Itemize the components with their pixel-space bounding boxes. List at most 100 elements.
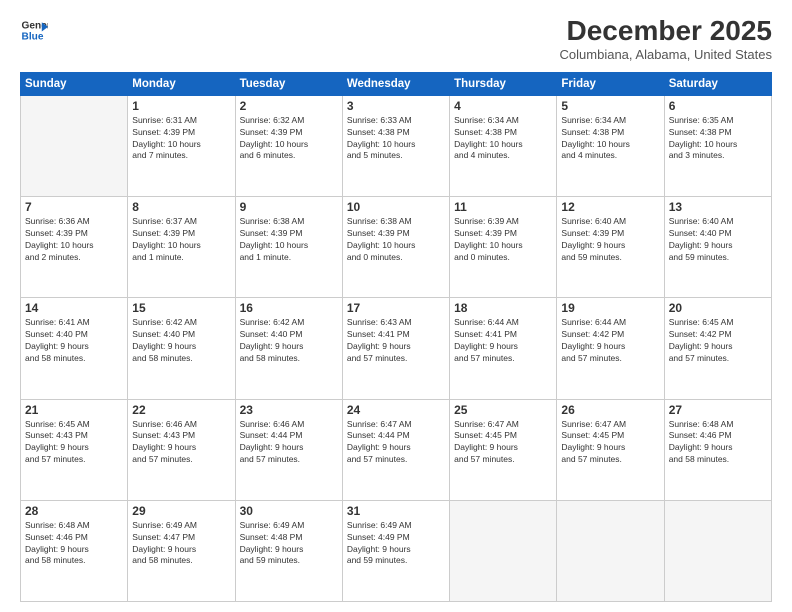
- day-number: 28: [25, 504, 123, 518]
- day-number: 29: [132, 504, 230, 518]
- logo-icon: General Blue: [20, 16, 48, 44]
- day-info: Sunrise: 6:37 AM Sunset: 4:39 PM Dayligh…: [132, 216, 230, 264]
- calendar-cell: 19 Sunrise: 6:44 AM Sunset: 4:42 PM Dayli…: [557, 298, 664, 399]
- day-number: 21: [25, 403, 123, 417]
- day-number: 16: [240, 301, 338, 315]
- day-number: 4: [454, 99, 552, 113]
- day-info: Sunrise: 6:43 AM Sunset: 4:41 PM Dayligh…: [347, 317, 445, 365]
- day-number: 10: [347, 200, 445, 214]
- calendar-cell: 7Sunrise: 6:36 AM Sunset: 4:39 PM Daylig…: [21, 197, 128, 298]
- calendar-cell: 21 Sunrise: 6:45 AM Sunset: 4:43 PM Dayli…: [21, 399, 128, 500]
- day-info: Sunrise: 6:49 AM Sunset: 4:49 PM Dayligh…: [347, 520, 445, 568]
- calendar-cell: 1 Sunrise: 6:31 AM Sunset: 4:39 PM Daylig…: [128, 95, 235, 196]
- day-number: 22: [132, 403, 230, 417]
- logo: General Blue: [20, 16, 48, 44]
- calendar-cell: 31Sunrise: 6:49 AM Sunset: 4:49 PM Dayli…: [342, 500, 449, 601]
- day-info: Sunrise: 6:40 AM Sunset: 4:40 PM Dayligh…: [669, 216, 767, 264]
- day-number: 25: [454, 403, 552, 417]
- calendar-cell: 4 Sunrise: 6:34 AM Sunset: 4:38 PM Daylig…: [450, 95, 557, 196]
- day-number: 26: [561, 403, 659, 417]
- calendar-cell: 13 Sunrise: 6:40 AM Sunset: 4:40 PM Dayli…: [664, 197, 771, 298]
- calendar-cell: 14Sunrise: 6:41 AM Sunset: 4:40 PM Dayli…: [21, 298, 128, 399]
- day-number: 19: [561, 301, 659, 315]
- day-info: Sunrise: 6:47 AM Sunset: 4:45 PM Dayligh…: [561, 419, 659, 467]
- header-wednesday: Wednesday: [342, 72, 449, 95]
- day-info: Sunrise: 6:46 AM Sunset: 4:43 PM Dayligh…: [132, 419, 230, 467]
- calendar-cell: 24 Sunrise: 6:47 AM Sunset: 4:44 PM Dayli…: [342, 399, 449, 500]
- calendar-cell: 29Sunrise: 6:49 AM Sunset: 4:47 PM Dayli…: [128, 500, 235, 601]
- day-info: Sunrise: 6:49 AM Sunset: 4:48 PM Dayligh…: [240, 520, 338, 568]
- calendar-cell: 11Sunrise: 6:39 AM Sunset: 4:39 PM Dayli…: [450, 197, 557, 298]
- day-info: Sunrise: 6:48 AM Sunset: 4:46 PM Dayligh…: [25, 520, 123, 568]
- day-number: 13: [669, 200, 767, 214]
- calendar-cell: 16 Sunrise: 6:42 AM Sunset: 4:40 PM Dayli…: [235, 298, 342, 399]
- calendar-cell: 18 Sunrise: 6:44 AM Sunset: 4:41 PM Dayli…: [450, 298, 557, 399]
- header-tuesday: Tuesday: [235, 72, 342, 95]
- calendar-cell: 23Sunrise: 6:46 AM Sunset: 4:44 PM Dayli…: [235, 399, 342, 500]
- day-info: Sunrise: 6:31 AM Sunset: 4:39 PM Dayligh…: [132, 115, 230, 163]
- day-info: Sunrise: 6:44 AM Sunset: 4:41 PM Dayligh…: [454, 317, 552, 365]
- day-info: Sunrise: 6:40 AM Sunset: 4:39 PM Dayligh…: [561, 216, 659, 264]
- day-number: 6: [669, 99, 767, 113]
- day-number: 27: [669, 403, 767, 417]
- calendar-cell: [450, 500, 557, 601]
- header-thursday: Thursday: [450, 72, 557, 95]
- day-number: 9: [240, 200, 338, 214]
- day-info: Sunrise: 6:39 AM Sunset: 4:39 PM Dayligh…: [454, 216, 552, 264]
- calendar-cell: [664, 500, 771, 601]
- day-info: Sunrise: 6:45 AM Sunset: 4:42 PM Dayligh…: [669, 317, 767, 365]
- day-number: 14: [25, 301, 123, 315]
- day-number: 24: [347, 403, 445, 417]
- day-number: 8: [132, 200, 230, 214]
- header-monday: Monday: [128, 72, 235, 95]
- day-info: Sunrise: 6:36 AM Sunset: 4:39 PM Dayligh…: [25, 216, 123, 264]
- header-friday: Friday: [557, 72, 664, 95]
- day-info: Sunrise: 6:32 AM Sunset: 4:39 PM Dayligh…: [240, 115, 338, 163]
- day-number: 30: [240, 504, 338, 518]
- day-info: Sunrise: 6:44 AM Sunset: 4:42 PM Dayligh…: [561, 317, 659, 365]
- day-number: 15: [132, 301, 230, 315]
- week-row-1: 1 Sunrise: 6:31 AM Sunset: 4:39 PM Daylig…: [21, 95, 772, 196]
- calendar-cell: 26 Sunrise: 6:47 AM Sunset: 4:45 PM Dayli…: [557, 399, 664, 500]
- day-info: Sunrise: 6:38 AM Sunset: 4:39 PM Dayligh…: [347, 216, 445, 264]
- svg-text:Blue: Blue: [22, 31, 44, 42]
- location: Columbiana, Alabama, United States: [560, 47, 772, 62]
- calendar-cell: 12 Sunrise: 6:40 AM Sunset: 4:39 PM Dayli…: [557, 197, 664, 298]
- calendar-cell: 10 Sunrise: 6:38 AM Sunset: 4:39 PM Dayli…: [342, 197, 449, 298]
- calendar-cell: 9Sunrise: 6:38 AM Sunset: 4:39 PM Daylig…: [235, 197, 342, 298]
- day-number: 12: [561, 200, 659, 214]
- calendar-cell: [557, 500, 664, 601]
- calendar-cell: 2Sunrise: 6:32 AM Sunset: 4:39 PM Daylig…: [235, 95, 342, 196]
- calendar-cell: 5 Sunrise: 6:34 AM Sunset: 4:38 PM Daylig…: [557, 95, 664, 196]
- day-number: 20: [669, 301, 767, 315]
- calendar-table: Sunday Monday Tuesday Wednesday Thursday…: [20, 72, 772, 602]
- calendar-cell: 25 Sunrise: 6:47 AM Sunset: 4:45 PM Dayli…: [450, 399, 557, 500]
- day-number: 23: [240, 403, 338, 417]
- title-block: December 2025 Columbiana, Alabama, Unite…: [560, 16, 772, 62]
- week-row-3: 14Sunrise: 6:41 AM Sunset: 4:40 PM Dayli…: [21, 298, 772, 399]
- calendar-cell: 28 Sunrise: 6:48 AM Sunset: 4:46 PM Dayli…: [21, 500, 128, 601]
- calendar-cell: 20 Sunrise: 6:45 AM Sunset: 4:42 PM Dayli…: [664, 298, 771, 399]
- day-info: Sunrise: 6:42 AM Sunset: 4:40 PM Dayligh…: [240, 317, 338, 365]
- day-info: Sunrise: 6:47 AM Sunset: 4:45 PM Dayligh…: [454, 419, 552, 467]
- day-number: 18: [454, 301, 552, 315]
- day-info: Sunrise: 6:33 AM Sunset: 4:38 PM Dayligh…: [347, 115, 445, 163]
- calendar-cell: 6Sunrise: 6:35 AM Sunset: 4:38 PM Daylig…: [664, 95, 771, 196]
- calendar-cell: [21, 95, 128, 196]
- day-info: Sunrise: 6:34 AM Sunset: 4:38 PM Dayligh…: [561, 115, 659, 163]
- calendar-cell: 22 Sunrise: 6:46 AM Sunset: 4:43 PM Dayli…: [128, 399, 235, 500]
- days-header-row: Sunday Monday Tuesday Wednesday Thursday…: [21, 72, 772, 95]
- calendar-cell: 3 Sunrise: 6:33 AM Sunset: 4:38 PM Daylig…: [342, 95, 449, 196]
- day-info: Sunrise: 6:45 AM Sunset: 4:43 PM Dayligh…: [25, 419, 123, 467]
- day-number: 3: [347, 99, 445, 113]
- day-number: 17: [347, 301, 445, 315]
- day-info: Sunrise: 6:47 AM Sunset: 4:44 PM Dayligh…: [347, 419, 445, 467]
- week-row-5: 28 Sunrise: 6:48 AM Sunset: 4:46 PM Dayli…: [21, 500, 772, 601]
- day-info: Sunrise: 6:42 AM Sunset: 4:40 PM Dayligh…: [132, 317, 230, 365]
- day-number: 5: [561, 99, 659, 113]
- day-info: Sunrise: 6:34 AM Sunset: 4:38 PM Dayligh…: [454, 115, 552, 163]
- calendar-cell: 30 Sunrise: 6:49 AM Sunset: 4:48 PM Dayli…: [235, 500, 342, 601]
- week-row-2: 7Sunrise: 6:36 AM Sunset: 4:39 PM Daylig…: [21, 197, 772, 298]
- day-number: 1: [132, 99, 230, 113]
- day-info: Sunrise: 6:48 AM Sunset: 4:46 PM Dayligh…: [669, 419, 767, 467]
